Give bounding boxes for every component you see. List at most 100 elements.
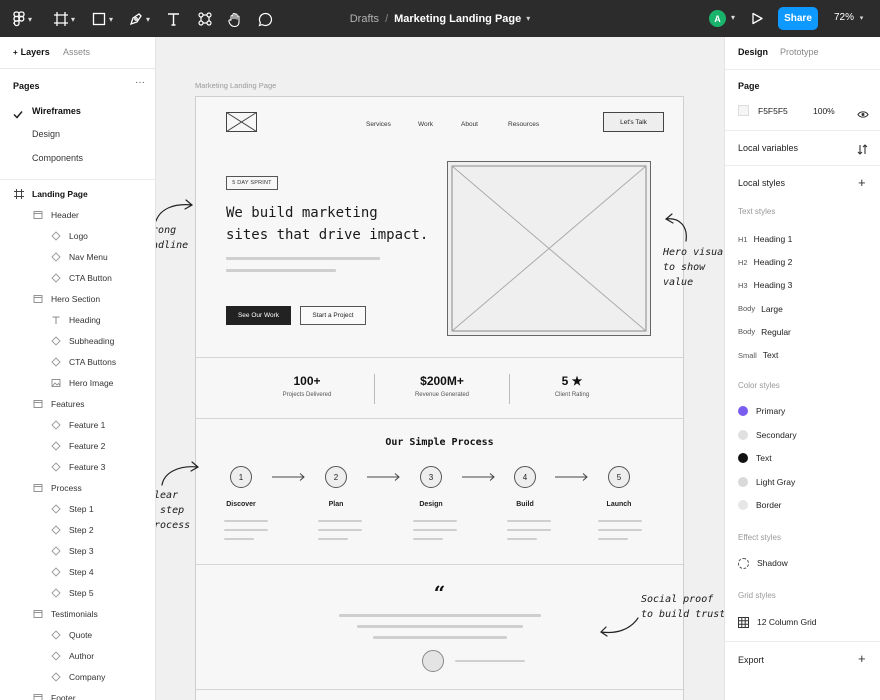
text-style-item[interactable]: H2 Heading 2 — [738, 255, 792, 269]
logo-placeholder[interactable] — [226, 112, 257, 137]
nav-link-services[interactable]: Services — [366, 121, 391, 128]
annotation-social-proof[interactable]: Social proof to build trust — [641, 592, 724, 622]
effect-style-shadow[interactable]: Shadow — [738, 556, 788, 570]
page-opacity-input[interactable]: 100% — [813, 106, 835, 116]
color-style-item[interactable]: Light Gray — [738, 475, 795, 489]
layer-item-header[interactable]: Header — [32, 208, 79, 222]
quote-icon[interactable]: “ — [196, 583, 683, 603]
layer-item-process[interactable]: Process — [32, 481, 82, 495]
annotation-strong-headline[interactable]: Strong headline — [156, 223, 188, 253]
page-item-wireframes[interactable]: Wireframes — [32, 106, 81, 116]
cta-button[interactable]: Let's Talk — [603, 112, 664, 132]
color-style-item[interactable]: Border — [738, 498, 782, 512]
color-style-item[interactable]: Secondary — [738, 428, 797, 442]
text-style-item[interactable]: H3 Heading 3 — [738, 278, 792, 292]
nav-link-work[interactable]: Work — [418, 121, 433, 128]
adjust-icon[interactable] — [857, 142, 868, 160]
page-color-swatch[interactable] — [738, 105, 749, 116]
add-style-icon[interactable]: + — [858, 176, 866, 189]
tab-design[interactable]: Design — [738, 47, 768, 57]
layer-item-feature-1[interactable]: Feature 1 — [50, 418, 105, 432]
layer-item-step-1[interactable]: Step 1 — [50, 502, 94, 516]
annotation-process[interactable]: Clear 5 step process — [156, 488, 190, 533]
nav-link-about[interactable]: About — [461, 121, 478, 128]
tab-prototype[interactable]: Prototype — [780, 47, 819, 57]
text-style-item[interactable]: Body Large — [738, 302, 783, 316]
step-circle-5[interactable]: 5 — [608, 466, 630, 488]
page-item-components[interactable]: Components — [32, 153, 83, 163]
shape-tool-icon[interactable]: ▾ — [92, 9, 113, 29]
layer-item-landing-page[interactable]: Landing Page — [13, 187, 88, 201]
grid-style-12-column[interactable]: 12 Column Grid — [738, 615, 817, 629]
layer-item-step-4[interactable]: Step 4 — [50, 565, 94, 579]
comment-tool-icon[interactable] — [258, 9, 273, 29]
file-name[interactable]: Marketing Landing Page — [394, 13, 521, 25]
eye-icon[interactable] — [857, 106, 869, 124]
layer-item-testimonials[interactable]: Testimonials — [32, 607, 98, 621]
text-style-item[interactable]: H1 Heading 1 — [738, 232, 792, 246]
layer-item-quote[interactable]: Quote — [50, 628, 92, 642]
color-style-item[interactable]: Text — [738, 451, 772, 465]
see-our-work-button[interactable]: See Our Work — [226, 306, 291, 325]
layer-item-cta-button[interactable]: CTA Button — [50, 271, 112, 285]
step-circle-2[interactable]: 2 — [325, 466, 347, 488]
add-export-icon[interactable]: + — [858, 652, 866, 665]
text-style-item[interactable]: Small Text — [738, 348, 778, 362]
canvas[interactable]: Marketing Landing Page Services Work Abo… — [156, 37, 724, 700]
text-tool-icon[interactable] — [167, 9, 180, 29]
tab-layers[interactable]: + Layers — [13, 47, 50, 57]
play-icon[interactable] — [751, 12, 763, 30]
layer-item-feature-2[interactable]: Feature 2 — [50, 439, 105, 453]
zoom-control[interactable]: 72% ▾ — [834, 12, 863, 23]
layer-item-logo[interactable]: Logo — [50, 229, 88, 243]
frame-tool-icon[interactable]: ▾ — [54, 9, 75, 29]
more-options-icon[interactable]: ··· — [135, 77, 145, 88]
process-title[interactable]: Our Simple Process — [196, 437, 683, 448]
layer-item-step-2[interactable]: Step 2 — [50, 523, 94, 537]
layer-item-footer[interactable]: Footer — [32, 691, 76, 700]
stat-projects[interactable]: 100+ Projects Delivered — [252, 374, 362, 398]
start-project-button[interactable]: Start a Project — [300, 306, 366, 325]
layer-item-nav-menu[interactable]: Nav Menu — [50, 250, 108, 264]
frame-label[interactable]: Marketing Landing Page — [195, 81, 276, 90]
layer-item-step-3[interactable]: Step 3 — [50, 544, 94, 558]
layer-item-heading[interactable]: Heading — [50, 313, 101, 327]
pen-tool-icon[interactable]: ▾ — [129, 9, 150, 29]
color-style-item[interactable]: Primary — [738, 404, 785, 418]
nav-link-resources[interactable]: Resources — [508, 121, 539, 128]
layer-item-cta-buttons[interactable]: CTA Buttons — [50, 355, 116, 369]
figma-menu-icon[interactable]: ▾ — [13, 9, 32, 29]
hero-heading[interactable]: We build marketing sites that drive impa… — [226, 202, 446, 246]
layer-item-subheading[interactable]: Subheading — [50, 334, 114, 348]
chevron-down-icon[interactable]: ▾ — [526, 14, 530, 23]
layer-item-hero-section[interactable]: Hero Section — [32, 292, 100, 306]
breadcrumb-drafts[interactable]: Drafts — [350, 13, 379, 25]
wireframe-frame[interactable]: Services Work About Resources Let's Talk… — [195, 96, 684, 700]
layer-item-company[interactable]: Company — [50, 670, 105, 684]
hero-image-placeholder[interactable] — [447, 161, 651, 336]
layer-item-feature-3[interactable]: Feature 3 — [50, 460, 105, 474]
component-tool-icon[interactable] — [198, 9, 212, 29]
hero-badge[interactable]: 5 DAY SPRINT — [226, 176, 278, 190]
step-circle-1[interactable]: 1 — [230, 466, 252, 488]
stat-revenue[interactable]: $200M+ Revenue Generated — [387, 374, 497, 398]
step-circle-3[interactable]: 3 — [420, 466, 442, 488]
annotation-hero-visual[interactable]: Hero visual to show value — [663, 245, 724, 290]
testimonial-avatar[interactable] — [422, 650, 444, 672]
share-button[interactable]: Share — [778, 7, 818, 30]
text-icon — [50, 314, 62, 326]
step-circle-4[interactable]: 4 — [514, 466, 536, 488]
page-item-design[interactable]: Design — [32, 129, 60, 139]
layer-item-hero-image[interactable]: Hero Image — [50, 376, 113, 390]
local-variables-title[interactable]: Local variables — [738, 143, 798, 153]
chevron-down-icon[interactable]: ▾ — [731, 13, 735, 22]
layer-item-step-5[interactable]: Step 5 — [50, 586, 94, 600]
page-color-input[interactable]: F5F5F5 — [758, 106, 788, 116]
hand-tool-icon[interactable] — [228, 9, 242, 29]
text-style-item[interactable]: Body Regular — [738, 325, 791, 339]
stat-rating[interactable]: 5 ★ Client Rating — [517, 374, 627, 398]
layer-item-features[interactable]: Features — [32, 397, 85, 411]
layer-item-author[interactable]: Author — [50, 649, 94, 663]
avatar[interactable]: A — [709, 10, 726, 27]
tab-assets[interactable]: Assets — [63, 47, 90, 57]
